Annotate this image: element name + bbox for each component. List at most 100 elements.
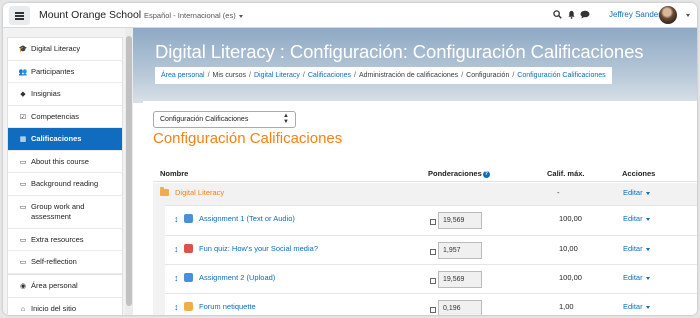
sidebar-item-label: Group work and assessment [31,201,85,221]
sidebar-course-nav: 🎓 Digital Literacy 👥 Participantes ◆ Insignia… [7,37,123,275]
move-icon[interactable]: ↕ [174,214,179,224]
edit-menu[interactable]: Editar [623,302,650,311]
weight-override-checkbox[interactable] [430,249,436,255]
scrollbar-thumb[interactable] [126,36,132,306]
sidebar-item-extra-resources[interactable]: ▭ Extra resources [8,229,122,251]
chevron-down-icon [645,191,650,195]
weight-override-checkbox[interactable] [430,278,436,284]
help-icon[interactable]: ? [482,170,490,178]
bell-icon[interactable] [567,10,576,19]
column-header-name: Nombre [160,169,189,178]
site-name[interactable]: Mount Orange School [39,9,141,21]
edit-menu[interactable]: Editar [623,273,650,282]
category-row: Digital Literacy - Editar [153,183,697,205]
weight-field[interactable]: 0,196 [438,300,482,315]
weight-field[interactable]: 19,569 [438,212,482,229]
top-navbar: Mount Orange School Español - Internacio… [3,3,697,28]
grade-item-max: 10,00 [559,244,578,253]
forum-icon [184,302,193,311]
column-header-weights: Ponderaciones? [428,169,490,178]
sidebar-item-label: Extra resources [31,234,84,244]
sidebar-item-insignias[interactable]: ◆ Insignias [8,83,122,106]
sidebar-item-self-reflection[interactable]: ▭ Self-reflection [8,251,122,274]
language-selector[interactable]: Español - Internacional (es) [144,11,243,20]
sidebar-item-label: Calificaciones [31,134,82,143]
breadcrumb-separator: / [249,72,251,79]
breadcrumb-item[interactable]: Digital Literacy [254,72,300,79]
search-icon[interactable] [553,10,562,19]
weight-field[interactable]: 19,569 [438,271,482,288]
breadcrumb-separator: / [512,72,515,79]
sidebar-item-competencias[interactable]: ☑ Competencias [8,106,122,128]
weight-field[interactable]: 1,957 [438,242,482,259]
edit-menu[interactable]: Editar [623,244,650,253]
badge-icon: ◆ [20,91,26,98]
sidebar-scrollbar[interactable] [125,28,133,315]
sidebar-item-calificaciones[interactable]: ▦ Calificaciones [8,128,122,151]
chevron-down-icon [645,276,650,280]
chat-icon[interactable] [580,10,590,19]
weight-override-checkbox[interactable] [430,307,436,313]
chevron-down-icon [645,305,650,309]
grade-item-name[interactable]: Assignment 1 (Text or Audio) [199,214,295,223]
breadcrumb-item[interactable]: Calificaciones [308,72,351,79]
sidebar-item-inicio-del-sitio[interactable]: ⌂ Inicio del sitio [8,298,122,316]
sidebar-item-label: Inicio del sitio [31,303,77,313]
sidebar-site-nav: ◉ Área personal ⌂ Inicio del sitio [7,274,123,315]
sidebar-item-área-personal[interactable]: ◉ Área personal [8,275,122,298]
breadcrumb-separator: / [302,72,305,79]
folder-icon: ▭ [19,236,27,244]
chevron-down-icon [238,14,243,18]
sidebar-item-digital-literacy[interactable]: 🎓 Digital Literacy [8,38,122,61]
chevron-down-icon [645,217,650,221]
user-name[interactable]: Jeffrey Sanders [609,10,665,19]
browser-frame: Mount Orange School Español - Internacio… [3,3,697,315]
mortarboard-icon: 🎓 [18,46,28,53]
edit-label: Editar [623,214,643,223]
sidebar-item-participantes[interactable]: 👥 Participantes [8,61,122,83]
breadcrumb-item[interactable]: Configuración Calificaciones [517,72,605,79]
category-name: Digital Literacy [175,188,225,197]
edit-menu[interactable]: Editar [623,214,650,223]
check-square-icon: ☑ [19,113,27,121]
move-icon[interactable]: ↕ [174,273,179,283]
menu-icon[interactable] [9,6,30,25]
row-indent [153,264,165,294]
sidebar-item-label: Digital Literacy [31,44,81,53]
report-selector-value: Configuración Calificaciones [160,116,249,123]
sidebar-item-background-reading[interactable]: ▭ Background reading [8,173,122,196]
sidebar-item-group-work-and-assessment[interactable]: ▭ Group work and assessment [8,196,122,229]
move-icon[interactable]: ↕ [174,244,179,254]
edit-menu-category[interactable]: Editar [623,188,650,197]
folder-icon: ▭ [19,158,27,166]
grade-item-name[interactable]: Fun quiz: How's your Social media? [199,244,318,253]
row-indent [153,235,165,265]
folder-icon: ▭ [19,181,27,188]
avatar[interactable] [659,6,677,24]
chevron-down-icon [645,247,650,251]
edit-label: Editar [623,273,643,282]
header-divider [153,181,697,182]
column-header-weights-label: Ponderaciones [428,169,482,178]
report-selector[interactable]: Configuración Calificaciones ▲ ▼ [153,111,296,128]
table-icon: ▦ [19,136,27,143]
grade-item-max: 1,00 [559,302,574,311]
dashboard-icon: ◉ [19,283,27,290]
move-icon[interactable]: ↕ [174,302,179,312]
edit-label: Editar [623,188,643,197]
grade-item-name[interactable]: Forum netiquette [199,302,256,311]
breadcrumb: Área personal / Mis cursos / Digital Literac… [155,67,612,84]
breadcrumb-item[interactable]: Área personal [161,72,205,79]
grade-item-max: 100,00 [559,214,582,223]
grade-item-name[interactable]: Assignment 2 (Upload) [199,273,275,282]
grade-item-row: ↕ Fun quiz: How's your Social media? 1,957… [153,235,697,265]
edit-label: Editar [623,244,643,253]
breadcrumb-item: Configuración [466,72,510,79]
row-indent [153,205,165,235]
sidebar-item-label: Competencias [31,111,79,121]
weight-override-checkbox[interactable] [430,219,436,225]
assignment-icon [184,273,193,282]
breadcrumb-separator: / [207,72,210,79]
chevron-down-icon[interactable] [686,14,690,17]
sidebar-item-about-this-course[interactable]: ▭ About this course [8,151,122,173]
